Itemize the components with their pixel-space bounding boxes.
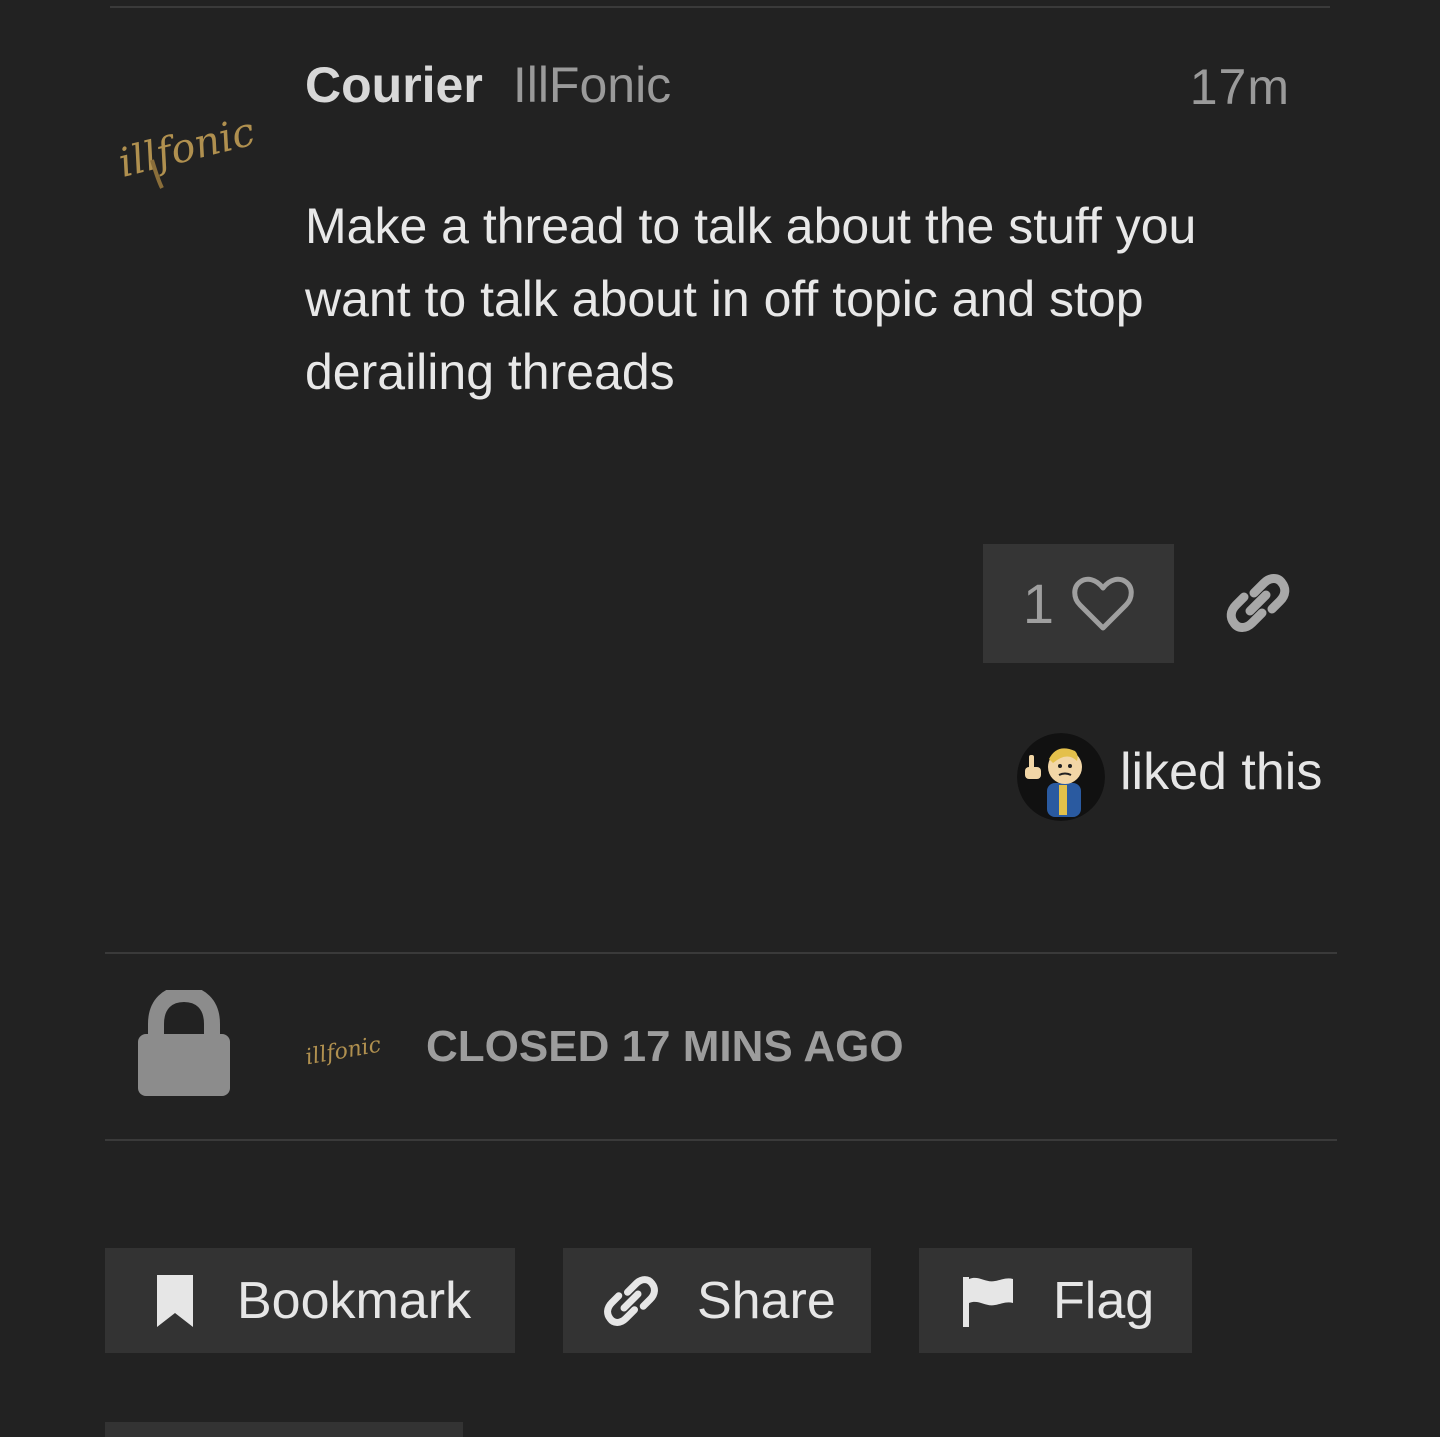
illfonic-logo-icon: illfonic (114, 109, 259, 189)
post-meta: Courier IllFonic (305, 56, 671, 116)
heart-icon (1072, 576, 1134, 632)
liker-avatar[interactable] (1017, 733, 1105, 821)
mid-divider (105, 952, 1337, 954)
flag-label: Flag (1053, 1271, 1155, 1330)
flag-icon (961, 1273, 1015, 1329)
lock-icon (136, 985, 232, 1100)
liked-this-text: liked this (1120, 743, 1323, 801)
post-time[interactable]: 17m (1190, 58, 1290, 116)
illfonic-logo-icon: illfonic (304, 1033, 383, 1071)
vault-boy-avatar-icon (1017, 733, 1105, 821)
bookmark-icon (153, 1273, 197, 1329)
share-label: Share (697, 1271, 836, 1330)
bookmark-button[interactable]: Bookmark (105, 1248, 515, 1353)
author-avatar[interactable]: illfonic (112, 100, 266, 200)
svg-text:illfonic: illfonic (304, 1033, 383, 1071)
copy-link-button[interactable] (1215, 560, 1301, 646)
closed-by-avatar[interactable]: illfonic (303, 1022, 389, 1078)
next-button-partial[interactable] (105, 1422, 463, 1437)
closed-status-text: CLOSED 17 MINS AGO (426, 1022, 904, 1071)
author-title: IllFonic (512, 57, 672, 113)
like-button[interactable]: 1 (983, 544, 1174, 663)
bottom-divider (105, 1139, 1337, 1141)
link-icon (603, 1273, 659, 1329)
author-username[interactable]: Courier (305, 56, 483, 114)
link-icon (1226, 574, 1290, 632)
flag-button[interactable]: Flag (919, 1248, 1192, 1353)
svg-text:illfonic: illfonic (114, 109, 259, 187)
share-button[interactable]: Share (563, 1248, 871, 1353)
top-divider (110, 6, 1330, 8)
bookmark-label: Bookmark (237, 1271, 472, 1330)
post-body: Make a thread to talk about the stuff yo… (305, 198, 1197, 400)
like-count: 1 (1022, 572, 1055, 635)
